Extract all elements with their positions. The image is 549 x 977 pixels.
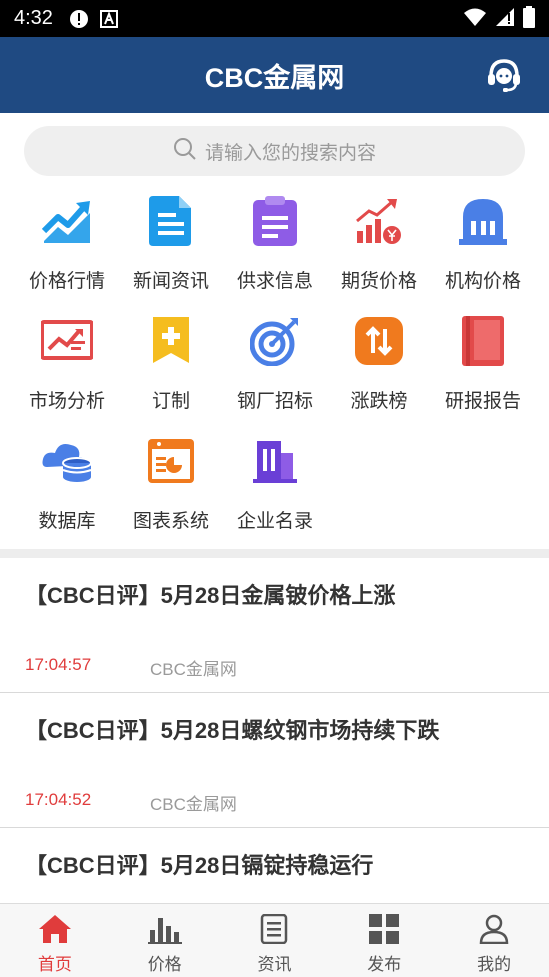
status-bar: 4:32 (0, 0, 549, 37)
grid-item-supply-demand[interactable]: 供求信息 (223, 190, 327, 310)
search-placeholder: 请输入您的搜索内容 (204, 141, 376, 164)
news-time: 17:04:52 (25, 790, 92, 809)
news-item[interactable]: 【CBC日评】5月28日金属铍价格上涨 17:04:57 CBC金属网 (0, 558, 549, 693)
news-source: CBC金属网 (150, 660, 237, 679)
battery-icon (523, 5, 535, 32)
news-title[interactable]: 【CBC日评】5月28日螺纹钢市场持续下跌 (25, 713, 439, 745)
grid-item-steel-tender[interactable]: 钢厂招标 (223, 310, 327, 430)
grid-item-market-analysis[interactable]: 市场分析 (15, 310, 119, 430)
grid-label: 供求信息 (236, 270, 313, 292)
grid-item-database[interactable]: 数据库 (15, 430, 119, 550)
grid-label: 订制 (151, 390, 190, 412)
tab-label: 资讯 (257, 955, 292, 975)
tab-label: 首页 (37, 955, 72, 975)
grid-item-chart-system[interactable]: 图表系统 (119, 430, 223, 550)
wifi-icon (463, 7, 487, 31)
user-icon (476, 912, 512, 946)
news-item[interactable]: 【CBC日评】5月28日螺纹钢市场持续下跌 17:04:52 CBC金属网 (0, 693, 549, 828)
alert-icon (69, 9, 89, 29)
grid-item-ranking[interactable]: 涨跌榜 (327, 310, 431, 430)
tab-price[interactable]: 价格 (110, 904, 220, 977)
trend-chart-icon (40, 194, 94, 248)
building-icon (248, 434, 302, 488)
grid-item-futures[interactable]: 期货价格 (327, 190, 431, 310)
section-divider (0, 549, 549, 558)
news-time: 17:04:57 (25, 655, 92, 674)
grid-label: 研报报告 (444, 390, 521, 412)
signal-icon (495, 7, 515, 31)
grid-label: 企业名录 (236, 510, 313, 532)
search-input[interactable]: 请输入您的搜索内容 (24, 126, 525, 176)
grid-item-institution[interactable]: 机构价格 (431, 190, 535, 310)
news-icon (256, 912, 292, 946)
institution-icon (456, 194, 510, 248)
grid-label: 钢厂招标 (236, 390, 313, 412)
grid-label: 涨跌榜 (350, 390, 408, 412)
app-header: CBC金属网 (0, 37, 549, 113)
database-icon (40, 434, 94, 488)
updown-icon (352, 314, 406, 368)
analysis-board-icon (40, 314, 94, 368)
grid-label: 市场分析 (28, 390, 105, 412)
font-app-icon (99, 9, 119, 29)
bar-chart-icon (147, 912, 183, 946)
page-title: CBC金属网 (204, 62, 345, 93)
futures-chart-icon (352, 194, 406, 248)
grid-item-news[interactable]: 新闻资讯 (119, 190, 223, 310)
tab-home[interactable]: 首页 (0, 904, 110, 977)
tab-news[interactable]: 资讯 (220, 904, 330, 977)
tab-label: 发布 (367, 955, 402, 975)
news-source: CBC金属网 (150, 795, 237, 814)
grid-icon (366, 912, 402, 946)
tab-label: 我的 (477, 955, 512, 975)
grid-label: 图表系统 (132, 510, 209, 532)
news-title[interactable]: 【CBC日评】5月28日金属铍价格上涨 (25, 578, 395, 610)
grid-label: 机构价格 (444, 270, 521, 292)
grid-item-research-report[interactable]: 研报报告 (431, 310, 535, 430)
customer-service-icon[interactable] (485, 56, 523, 94)
book-icon (456, 314, 510, 368)
clipboard-icon (248, 194, 302, 248)
home-icon (37, 912, 73, 946)
bookmark-plus-icon (144, 314, 198, 368)
grid-label: 数据库 (38, 510, 96, 532)
function-grid: 价格行情 新闻资讯 供求信息 期货价格 机构价格 市场分析 订制 钢厂招标 涨跌… (15, 190, 535, 550)
tab-publish[interactable]: 发布 (329, 904, 439, 977)
grid-label: 价格行情 (28, 270, 105, 292)
grid-item-price-market[interactable]: 价格行情 (15, 190, 119, 310)
search-icon (173, 137, 197, 165)
news-title[interactable]: 【CBC日评】5月28日镉锭持稳运行 (25, 848, 373, 880)
grid-label: 新闻资讯 (132, 270, 209, 292)
tab-mine[interactable]: 我的 (439, 904, 549, 977)
grid-label: 期货价格 (340, 270, 417, 292)
chart-window-icon (144, 434, 198, 488)
tab-label: 价格 (147, 955, 182, 975)
target-icon (248, 314, 302, 368)
grid-item-company-directory[interactable]: 企业名录 (223, 430, 327, 550)
grid-item-customize[interactable]: 订制 (119, 310, 223, 430)
status-time: 4:32 (14, 7, 53, 29)
document-icon (144, 194, 198, 248)
bottom-tab-bar: 首页 价格 资讯 发布 我的 (0, 903, 549, 977)
